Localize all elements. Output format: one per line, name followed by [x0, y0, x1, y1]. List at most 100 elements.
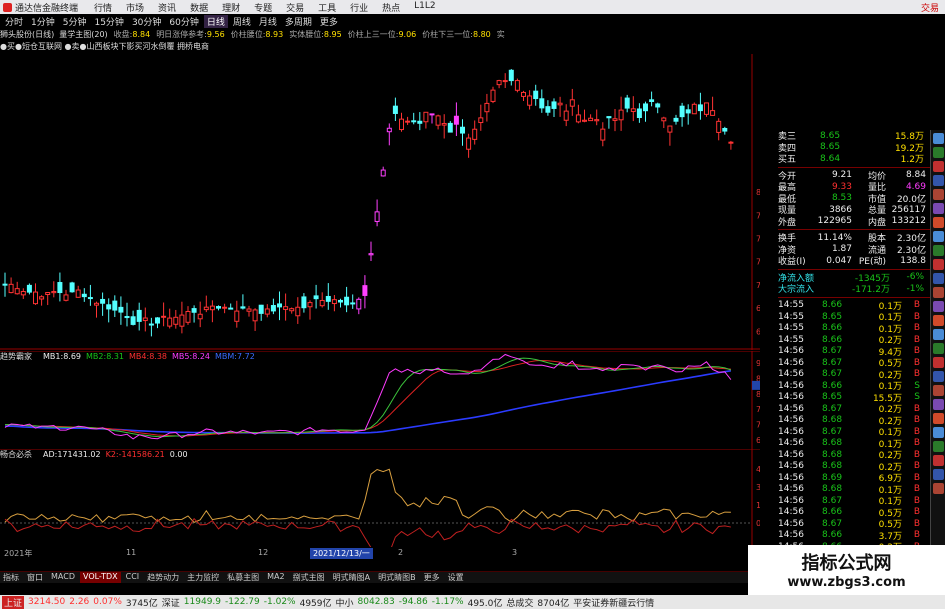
candle-body — [191, 308, 197, 313]
indicator-tab[interactable]: MACD — [48, 572, 78, 583]
tick-price: 8.66 — [822, 323, 843, 334]
kline-chart[interactable]: 8.00 7.75 7.50 7.25 7.00 6.75 6.50 — [0, 54, 760, 350]
candle-body — [478, 117, 484, 124]
flow-label: 大宗流入 — [778, 285, 815, 296]
candle-body — [472, 128, 478, 140]
period-tab[interactable]: 更多 — [317, 15, 341, 28]
toolbar-icon[interactable] — [933, 371, 944, 382]
trend-indicator-chart[interactable]: 9.008.508.007.507.006.50 — [0, 351, 760, 449]
toolbar-icon[interactable] — [933, 217, 944, 228]
toolbar-icon[interactable] — [933, 175, 944, 186]
menu-item[interactable]: 市场 — [126, 1, 144, 14]
indicator-tab[interactable]: CCI — [123, 572, 143, 583]
indicator-tab[interactable]: VOL-TDX — [79, 572, 121, 583]
toolbar-icon[interactable] — [933, 231, 944, 242]
menu-item[interactable]: 专题 — [254, 1, 272, 14]
menu-item[interactable]: L1L2 — [414, 1, 435, 14]
indicator-tab[interactable]: 捌式主图 — [290, 572, 328, 583]
candle-body — [667, 125, 673, 133]
indicator-tab[interactable]: 更多 — [421, 572, 443, 583]
indicator-tab[interactable]: 私募主图 — [224, 572, 262, 583]
tick-time: 14:56 — [778, 380, 804, 391]
sh-label[interactable]: 上证 — [2, 595, 25, 609]
tick-time: 14:56 — [778, 472, 804, 483]
tick-time: 14:56 — [778, 484, 804, 495]
menu-item[interactable]: 热点 — [382, 1, 400, 14]
indicator-tab[interactable]: 趋势动力 — [144, 572, 182, 583]
toolbar-icon[interactable] — [933, 133, 944, 144]
toolbar-icon[interactable] — [933, 273, 944, 284]
info-value: 8.93 — [265, 30, 284, 39]
tick-side: B — [913, 461, 920, 472]
period-tab[interactable]: 月线 — [256, 15, 280, 28]
menu-item[interactable]: 交易 — [286, 1, 304, 14]
toolbar-icon[interactable] — [933, 413, 944, 424]
period-tab[interactable]: 分时 — [2, 15, 26, 28]
ask-label: 买五 — [778, 155, 797, 166]
period-tab[interactable]: 周线 — [230, 15, 254, 28]
menu-item[interactable]: 行业 — [350, 1, 368, 14]
period-tab[interactable]: 15分钟 — [91, 15, 126, 28]
stock-info-bar: 狮头股份(日线) 量学主图(20) 收盘:8.84 明日涨停参考:9.56 价柱腰位:8… — [0, 29, 760, 41]
indicator-key: MBM: — [215, 352, 237, 361]
period-tab[interactable]: 多周期 — [282, 15, 315, 28]
toolbar-icon[interactable] — [933, 441, 944, 452]
indicator-tab[interactable]: 窗口 — [24, 572, 46, 583]
toolbar-icon[interactable] — [933, 287, 944, 298]
toolbar-icon[interactable] — [933, 357, 944, 368]
tick-price: 8.68 — [822, 449, 843, 460]
tick-row: 14:56 8.67 0.1万 B — [778, 495, 930, 508]
toolbar-icon[interactable] — [933, 203, 944, 214]
indicator-tab[interactable]: 指标 — [0, 572, 22, 583]
toolbar-icon[interactable] — [933, 245, 944, 256]
period-tab[interactable]: 5分钟 — [60, 15, 90, 28]
zx-label[interactable]: 中小 — [336, 596, 354, 609]
zx-index: 8042.83 — [357, 597, 395, 607]
toolbar-icon[interactable] — [933, 343, 944, 354]
indicator-tab[interactable]: 设置 — [445, 572, 467, 583]
toolbar-icon[interactable] — [933, 189, 944, 200]
toolbar-icon[interactable] — [933, 469, 944, 480]
menu-item[interactable]: 行情 — [94, 1, 112, 14]
indicator-tab[interactable]: 明式睛图B — [375, 572, 419, 583]
right-sidebar — [930, 130, 945, 548]
period-tab[interactable]: 60分钟 — [166, 15, 201, 28]
toolbar-icon[interactable] — [933, 147, 944, 158]
indicator-tab[interactable]: MA2 — [264, 572, 287, 583]
toolbar-icon[interactable] — [933, 399, 944, 410]
info-label: 实 — [496, 30, 505, 39]
app-logo-icon — [3, 2, 12, 12]
toolbar-icon[interactable] — [933, 427, 944, 438]
divider — [778, 166, 930, 168]
period-tab[interactable]: 30分钟 — [129, 15, 164, 28]
candle-body — [33, 291, 38, 305]
sz-label[interactable]: 深证 — [162, 596, 180, 609]
trade-button[interactable]: 交易 — [921, 1, 939, 14]
toolbar-icon[interactable] — [933, 161, 944, 172]
period-tab[interactable]: 1分钟 — [28, 15, 58, 28]
info-label: 价柱上三一位: — [347, 30, 399, 39]
toolbar-icon[interactable] — [933, 315, 944, 326]
indicator-tab[interactable]: 主力监控 — [184, 572, 222, 583]
toolbar-icon[interactable] — [933, 385, 944, 396]
toolbar-icon[interactable] — [933, 483, 944, 494]
stat-value: 8.84 — [905, 170, 926, 181]
date-label: 2 — [398, 548, 404, 557]
watermark-url: www.zbgs3.com — [787, 575, 906, 590]
toolbar-icon[interactable] — [933, 329, 944, 340]
sz-change: -122.79 — [225, 597, 260, 607]
period-tab[interactable]: 日线 — [203, 15, 228, 28]
divider — [778, 268, 930, 270]
volume-indicator-chart[interactable]: 45000 30000 15000 0 — [0, 449, 760, 547]
toolbar-icon[interactable] — [933, 301, 944, 312]
toolbar-icon[interactable] — [933, 455, 944, 466]
menu-item[interactable]: 工具 — [318, 1, 336, 14]
candle-body — [722, 127, 728, 132]
tick-side: B — [913, 311, 920, 322]
menu-item[interactable]: 资讯 — [158, 1, 176, 14]
toolbar-icon[interactable] — [933, 259, 944, 270]
tick-price: 8.67 — [822, 495, 843, 506]
menu-item[interactable]: 数据 — [190, 1, 208, 14]
menu-item[interactable]: 理财 — [222, 1, 240, 14]
indicator-tab[interactable]: 明式睛图A — [330, 572, 373, 583]
